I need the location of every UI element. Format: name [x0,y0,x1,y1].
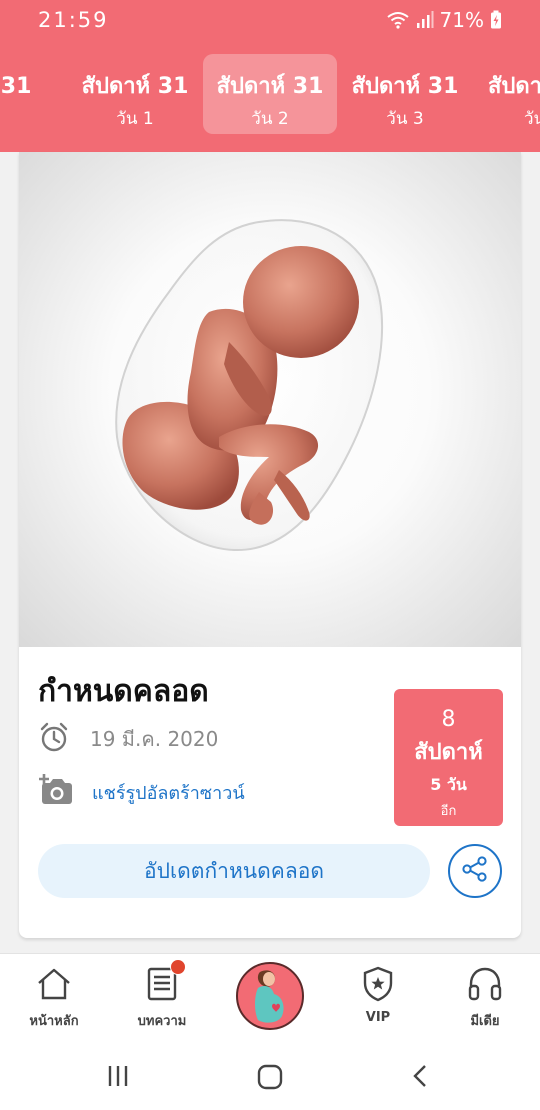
countdown-weeks: 8 [441,707,456,732]
battery-icon [490,10,502,30]
due-date-row: 19 มี.ค. 2020 [38,720,218,758]
status-icons: 71% [386,8,502,32]
countdown-badge: 8 สัปดาห์ 5 วัน อีก [394,689,503,826]
nav-vip-label: VIP [365,1010,391,1025]
header: 21:59 71% ห์ 31 สัปดาห์ 31 วัน 1 สัปดาห์… [0,0,540,152]
signal-icon [416,10,434,30]
due-date-title: กำหนดคลอด [38,674,209,709]
status-bar: 21:59 71% [0,0,540,40]
headphones-icon [466,966,504,1006]
countdown-days: 5 วัน [430,775,467,794]
share-icon [461,855,489,887]
week-tab[interactable]: สัปดาห์ 31 วัน 1 [68,54,202,134]
week-tabs: ห์ 31 สัปดาห์ 31 วัน 1 สัปดาห์ 31 วัน 2 … [0,54,540,134]
week-tab[interactable]: ห์ 31 [0,54,72,134]
countdown-weeks-label: สัปดาห์ [414,740,483,765]
nav-articles-label: บทความ [137,1014,187,1029]
pregnant-woman-icon [238,970,302,1028]
due-date-value: 19 มี.ค. 2020 [90,727,219,751]
nav-home-label: หน้าหลัก [29,1014,79,1029]
shield-star-icon [362,966,394,1006]
home-system-icon[interactable] [256,1063,284,1095]
update-due-date-button[interactable]: อัปเดตกำหนดคลอด [38,844,430,898]
week-tab[interactable]: สัปดาห์ 31 วัน 3 [338,54,472,134]
share-button[interactable] [448,844,502,898]
bottom-nav: หน้าหลัก บทความ VIP มีเดีย [0,953,540,1045]
notification-badge [170,959,186,975]
status-time: 21:59 [38,8,109,32]
week-tab-active[interactable]: สัปดาห์ 31 วัน 2 [203,54,337,134]
system-navigation-bar [0,1045,540,1110]
home-icon [35,966,73,1006]
nav-media-label: มีเดีย [470,1014,500,1029]
alarm-clock-icon [38,721,70,757]
countdown-suffix: อีก [440,804,457,819]
fetus-image [19,152,521,647]
wifi-icon [386,10,410,30]
recent-apps-icon[interactable] [105,1063,131,1093]
share-ultrasound-link[interactable]: แชร์รูปอัลตร้าซาวน์ [38,772,245,812]
add-photo-camera-icon [38,773,74,811]
week-tab[interactable]: สัปดา วัน [488,54,540,134]
battery-percent: 71% [439,8,484,32]
share-ultrasound-label: แชร์รูปอัลตร้าซาวน์ [92,782,245,804]
pregnancy-center-button[interactable] [236,962,304,1030]
back-icon[interactable] [408,1063,434,1093]
due-date-card: กำหนดคลอด 19 มี.ค. 2020 แชร์รูปอัลตร้าซา… [19,152,521,938]
